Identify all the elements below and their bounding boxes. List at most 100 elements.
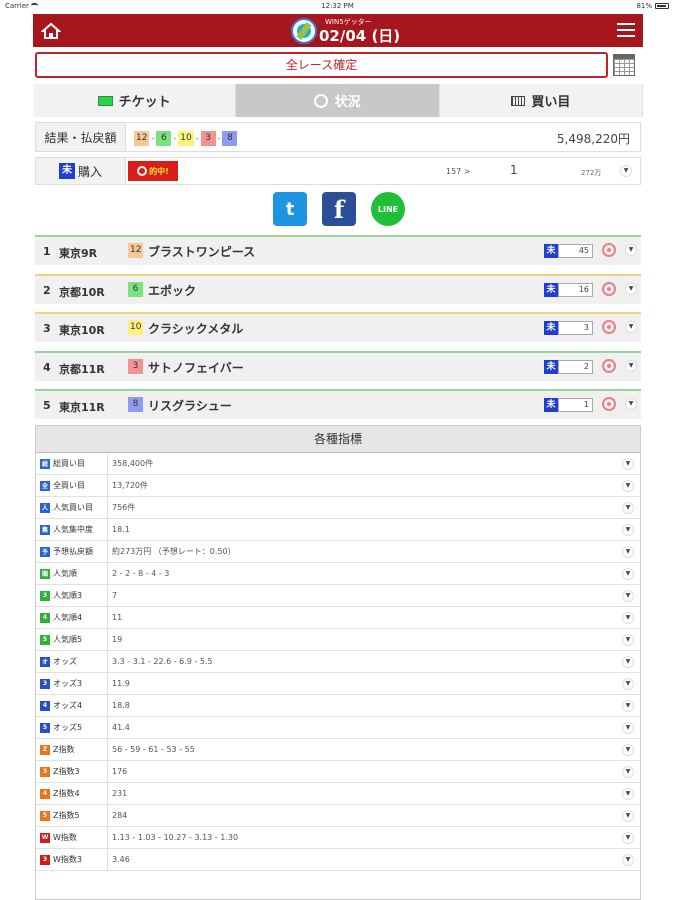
race-order: 4 <box>43 360 51 374</box>
chevron-down-icon[interactable]: ▼ <box>625 282 637 295</box>
metric-value: 756件 <box>112 503 136 512</box>
chevron-down-icon[interactable]: ▼ <box>622 634 634 646</box>
metric-label: 3 人気順3 <box>36 584 108 607</box>
metric-value: 19 <box>112 635 123 644</box>
metric-label: 5 オッズ5 <box>36 716 108 739</box>
target-icon[interactable] <box>602 397 616 411</box>
race-date[interactable]: 02/04 (日) <box>319 25 400 46</box>
separator: - <box>217 134 221 143</box>
metric-row[interactable]: 順人気順 2 - 2 - 8 - 4 - 3 ▼ <box>36 562 640 585</box>
chevron-down-icon[interactable]: ▼ <box>620 165 632 177</box>
metric-icon: 集 <box>40 524 50 535</box>
chevron-down-icon[interactable]: ▼ <box>622 722 634 734</box>
metric-row[interactable]: 3 W指数3 3.46 ▼ <box>36 848 640 871</box>
chevron-down-icon[interactable]: ▼ <box>625 321 637 333</box>
metric-row[interactable]: 5 オッズ5 41.4 ▼ <box>36 716 640 739</box>
result-horse-number: 3 <box>200 131 216 146</box>
chevron-down-icon[interactable]: ▼ <box>622 678 634 690</box>
horse-name: エポック <box>148 283 197 298</box>
metric-icon: 3 <box>40 678 50 689</box>
chevron-down-icon[interactable]: ▼ <box>622 832 634 844</box>
metric-icon: 3 <box>40 590 50 601</box>
metric-row[interactable]: 5 人気順5 19 ▼ <box>36 628 640 651</box>
chevron-down-icon[interactable]: ▼ <box>622 854 634 866</box>
metric-icon: 4 <box>40 612 50 623</box>
target-icon[interactable] <box>602 320 616 334</box>
clock: 12:32 PM <box>321 2 354 10</box>
target-icon[interactable] <box>602 281 616 296</box>
chevron-down-icon[interactable]: ▼ <box>622 656 634 668</box>
chevron-down-icon[interactable]: ▼ <box>622 810 634 822</box>
chevron-down-icon[interactable]: ▼ <box>622 590 634 602</box>
metric-icon: Z <box>40 744 50 755</box>
race-row[interactable]: 1 東京9R 12 ブラストワンピース 未 45 ▼ <box>35 235 641 265</box>
race-venue: 東京9R <box>59 247 98 260</box>
metric-row[interactable]: 4 オッズ4 18.8 ▼ <box>36 694 640 717</box>
result-row: 結果・払戻額 12-6-10-3-8 5,498,220円 <box>35 122 641 152</box>
metric-label: 5 人気順5 <box>36 628 108 651</box>
calendar-icon[interactable] <box>613 54 635 76</box>
target-icon[interactable] <box>602 243 616 257</box>
race-row[interactable]: 4 京都11R 3 サトノフェイバー 未 2 ▼ <box>35 350 641 381</box>
tab-ticket[interactable]: チケット <box>33 84 237 117</box>
metric-row[interactable]: 4 Z指数4 231 ▼ <box>36 782 640 805</box>
chevron-down-icon[interactable]: ▼ <box>622 744 634 756</box>
chevron-down-icon[interactable]: ▼ <box>622 568 634 580</box>
metric-row[interactable]: W W指数 1.13 - 1.03 - 10.27 - 3.13 - 1.30 ▼ <box>36 826 640 849</box>
metric-row[interactable]: オオッズ 3.3 - 3.1 - 22.6 - 6.9 - 5.5 ▼ <box>36 650 640 673</box>
chevron-down-icon[interactable]: ▼ <box>622 458 634 470</box>
metric-row[interactable]: 総総買い目 358,400件 ▼ <box>36 452 640 475</box>
menu-icon[interactable] <box>617 23 635 38</box>
chevron-down-icon[interactable]: ▼ <box>622 700 634 712</box>
bet-count: 1 <box>558 398 593 412</box>
unpurchased-badge: 未 <box>544 359 558 374</box>
app-container: WIN5ゲッター 02/04 (日) 全レース確定 チケット 状況 買い目 結果… <box>33 14 643 900</box>
metrics-title: 各種指標 <box>36 426 640 453</box>
chevron-down-icon[interactable]: ▼ <box>622 766 634 778</box>
target-icon[interactable] <box>602 358 616 373</box>
chevron-down-icon[interactable]: ▼ <box>622 612 634 624</box>
chevron-down-icon[interactable]: ▼ <box>622 502 634 514</box>
all-races-confirmed-button[interactable]: 全レース確定 <box>35 52 608 78</box>
chevron-down-icon[interactable]: ▼ <box>625 244 637 256</box>
race-row[interactable]: 5 東京11R 8 リスグラシュー 未 1 ▼ <box>35 389 641 419</box>
metric-value: 284 <box>112 811 128 820</box>
tab-status[interactable]: 状況 <box>236 84 440 117</box>
metric-row[interactable]: 3 Z指数3 176 ▼ <box>36 760 640 783</box>
race-row[interactable]: 2 京都10R 6 エポック 未 16 ▼ <box>35 273 641 304</box>
metric-row[interactable]: 5 Z指数5 284 ▼ <box>36 804 640 827</box>
metric-icon: W <box>40 832 50 843</box>
metric-row[interactable]: 全全買い目 13,720件 ▼ <box>36 474 640 497</box>
unpurchased-badge: 未 <box>544 282 558 297</box>
horse-number: 6 <box>128 281 143 297</box>
horse-name: ブラストワンピース <box>148 245 256 259</box>
metric-value: 18.1 <box>112 525 130 534</box>
tab-bets[interactable]: 買い目 <box>439 84 643 117</box>
metric-icon: 4 <box>40 788 50 799</box>
chevron-down-icon[interactable]: ▼ <box>622 546 634 558</box>
chevron-down-icon[interactable]: ▼ <box>622 524 634 536</box>
chevron-down-icon[interactable]: ▼ <box>622 788 634 800</box>
metric-row[interactable]: 集人気集中度 18.1 ▼ <box>36 518 640 541</box>
chevron-down-icon[interactable]: ▼ <box>625 359 637 372</box>
chevron-down-icon[interactable]: ▼ <box>625 398 637 410</box>
metric-row[interactable]: 4 人気順4 11 ▼ <box>36 606 640 629</box>
home-icon[interactable] <box>41 21 61 41</box>
horse-number: 3 <box>128 358 143 374</box>
chevron-down-icon[interactable]: ▼ <box>622 480 634 492</box>
metric-row[interactable]: 3 オッズ3 11.9 ▼ <box>36 672 640 695</box>
twitter-share-button[interactable]: t <box>273 192 307 226</box>
purchase-row[interactable]: 未 購入 的中! 157 > 1 272万 ▼ <box>35 157 641 185</box>
unpurchased-badge: 未 <box>544 398 558 412</box>
metric-row[interactable]: Z Z指数 56 - 59 - 61 - 53 - 55 ▼ <box>36 738 640 761</box>
metric-row[interactable]: 3 人気順3 7 ▼ <box>36 584 640 607</box>
metrics-list: 総総買い目 358,400件 ▼ 全全買い目 13,720件 ▼ 人人気買い目 756件 ▼ 集人… <box>36 452 640 871</box>
line-share-button[interactable]: LINE <box>371 192 405 226</box>
metric-row[interactable]: 人人気買い目 756件 ▼ <box>36 496 640 519</box>
metric-icon: 全 <box>40 480 50 491</box>
metric-row[interactable]: 予予想払戻額 約273万円 （予想レート：0.50） ▼ <box>36 540 640 563</box>
facebook-share-button[interactable]: f <box>322 192 356 226</box>
race-row[interactable]: 3 東京10R 10 クラシックメタル未 3 ▼ <box>35 312 641 342</box>
metric-icon: 4 <box>40 700 50 711</box>
result-horse-number: 10 <box>178 131 194 146</box>
